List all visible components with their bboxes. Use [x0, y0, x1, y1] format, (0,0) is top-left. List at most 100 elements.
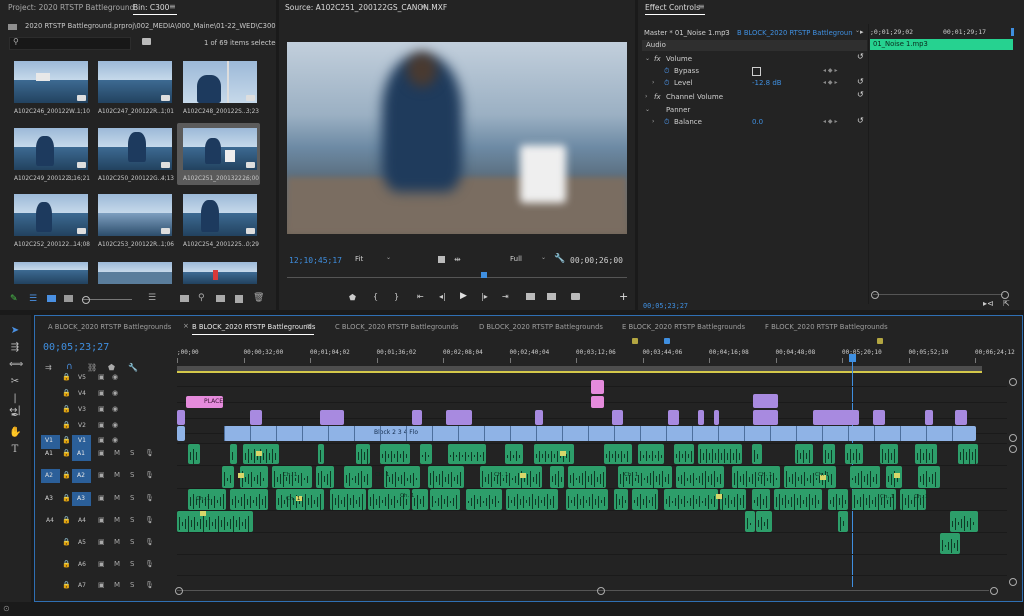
clip-v2[interactable]: [612, 410, 623, 425]
clip-audio[interactable]: [638, 444, 664, 464]
clip-audio[interactable]: [745, 511, 755, 532]
balance-expand-icon[interactable]: ›: [652, 118, 654, 125]
clip-v2[interactable]: [250, 410, 262, 425]
lock-icon[interactable]: 🔒: [62, 436, 71, 444]
mic-icon[interactable]: 🎙: [145, 449, 154, 457]
source-playhead[interactable]: [481, 272, 487, 278]
go-to-out-icon[interactable]: ⇥: [502, 292, 509, 301]
sync-lock-icon[interactable]: ▣: [98, 581, 105, 589]
panel-menu-icon[interactable]: ≡: [306, 322, 312, 330]
mute-button[interactable]: M: [114, 471, 120, 479]
clip-audio[interactable]: [177, 511, 253, 532]
clip-audio[interactable]: [676, 466, 724, 488]
eye-icon[interactable]: ◉: [112, 421, 118, 429]
sync-lock-icon[interactable]: ▣: [98, 516, 105, 524]
ripple-edit-tool-icon[interactable]: ⟺: [9, 359, 23, 371]
fit-dropdown[interactable]: Fit ⌄: [355, 254, 391, 265]
clip-audio[interactable]: [506, 489, 558, 510]
source-track-a[interactable]: A2: [41, 469, 60, 483]
clip-audio[interactable]: [318, 444, 324, 464]
pen-tool-icon[interactable]: ✒: [9, 410, 21, 422]
clip-audio[interactable]: [880, 444, 898, 464]
snap-icon[interactable]: ∩: [66, 362, 73, 372]
mic-icon[interactable]: 🎙: [145, 494, 154, 502]
clip-audio[interactable]: [448, 444, 486, 464]
new-item-icon[interactable]: [235, 295, 243, 303]
automate-sequence-icon[interactable]: [180, 295, 189, 302]
eye-icon[interactable]: ◉: [112, 436, 118, 444]
clip-thumbnail[interactable]: [98, 128, 172, 170]
freeform-view-icon[interactable]: [64, 295, 73, 302]
export-icon[interactable]: ⇱: [1003, 299, 1010, 308]
clip-audio[interactable]: [380, 444, 410, 464]
source-scrub-bar[interactable]: [287, 277, 627, 278]
stopwatch-icon[interactable]: ⏱: [664, 79, 669, 88]
clip-audio[interactable]: [918, 466, 940, 488]
camera-icon[interactable]: [571, 293, 580, 300]
clip-audio[interactable]: [568, 466, 606, 488]
new-search-bin-icon[interactable]: [142, 38, 151, 45]
clip-audio[interactable]: [950, 511, 978, 532]
sync-lock-icon[interactable]: ▣: [98, 405, 105, 413]
sync-lock-icon[interactable]: ▣: [98, 538, 105, 546]
sequence-marker[interactable]: [877, 338, 883, 344]
lock-icon[interactable]: 🔒: [62, 538, 71, 546]
keyframe-nav[interactable]: ◂ ◆ ▸: [823, 118, 837, 125]
slip-tool-icon[interactable]: |↔|: [9, 393, 21, 416]
clip-audio[interactable]: [752, 489, 770, 510]
clip-audio[interactable]: [330, 489, 366, 510]
clip-title[interactable]: [591, 396, 604, 408]
clip-audio[interactable]: [774, 489, 822, 510]
lock-icon[interactable]: 🔒: [62, 516, 71, 524]
ec-scrollbar[interactable]: [873, 294, 1003, 295]
overwrite-icon[interactable]: [547, 293, 556, 300]
channel-volume-label[interactable]: Channel Volume: [666, 93, 723, 101]
clip-thumbnail[interactable]: [98, 194, 172, 236]
expand-timeline-icon[interactable]: ▸: [860, 28, 864, 36]
clip-v2[interactable]: [925, 410, 933, 425]
add-button-icon[interactable]: +: [619, 290, 628, 303]
clip-audio[interactable]: [412, 489, 428, 510]
clip-audio[interactable]: [632, 489, 658, 510]
clip-thumbnail[interactable]: [14, 262, 88, 284]
clip-thumbnail[interactable]: [183, 61, 257, 103]
list-view-icon[interactable]: ☰: [29, 294, 37, 304]
lock-icon[interactable]: 🔒: [62, 560, 71, 568]
trash-icon[interactable]: 🗑: [253, 293, 264, 303]
step-forward-icon[interactable]: |▸: [481, 292, 488, 301]
volume-toggle-icon[interactable]: ⌄: [645, 55, 650, 62]
clip-title[interactable]: [591, 380, 604, 394]
reset-icon[interactable]: ↺: [857, 90, 864, 99]
eye-icon[interactable]: ◉: [112, 389, 118, 397]
mute-button[interactable]: M: [114, 560, 120, 568]
clip-audio[interactable]: [838, 511, 848, 532]
sequence-marker[interactable]: [632, 338, 638, 344]
clip-audio[interactable]: [698, 444, 742, 464]
track-a-target[interactable]: A3: [72, 492, 91, 506]
bypass-checkbox[interactable]: [752, 67, 761, 76]
mic-icon[interactable]: 🎙: [145, 516, 154, 524]
search-input[interactable]: ⚲: [9, 37, 131, 50]
vertical-zoom-handle[interactable]: [1009, 445, 1017, 453]
mute-button[interactable]: M: [114, 581, 120, 589]
clip-audio[interactable]: [915, 444, 937, 464]
clip-audio[interactable]: [604, 444, 632, 464]
clip-audio[interactable]: [222, 466, 234, 488]
clip-v2[interactable]: [714, 410, 719, 425]
clip-v1[interactable]: [177, 426, 185, 441]
level-value[interactable]: -12.8 dB: [752, 79, 782, 87]
zoom-slider-handle[interactable]: [82, 296, 90, 304]
ec-scroll-handle[interactable]: [871, 291, 879, 299]
clip-audio[interactable]: [850, 466, 880, 488]
tab-sequence-c[interactable]: C BLOCK_2020 RTSTP Battlegrounds: [335, 323, 458, 331]
source-track-a[interactable]: A3: [41, 492, 60, 506]
solo-button[interactable]: S: [130, 560, 134, 568]
clip-audio[interactable]: [230, 489, 268, 510]
keyframe-nav[interactable]: ◂ ◆ ▸: [823, 79, 837, 86]
lock-icon[interactable]: 🔒: [62, 373, 71, 381]
sync-lock-icon[interactable]: ▣: [98, 421, 105, 429]
insert-icon[interactable]: [526, 293, 535, 300]
mute-button[interactable]: M: [114, 538, 120, 546]
clip-audio[interactable]: [188, 444, 200, 464]
play-audio-icon[interactable]: ▸⊲: [983, 299, 994, 308]
